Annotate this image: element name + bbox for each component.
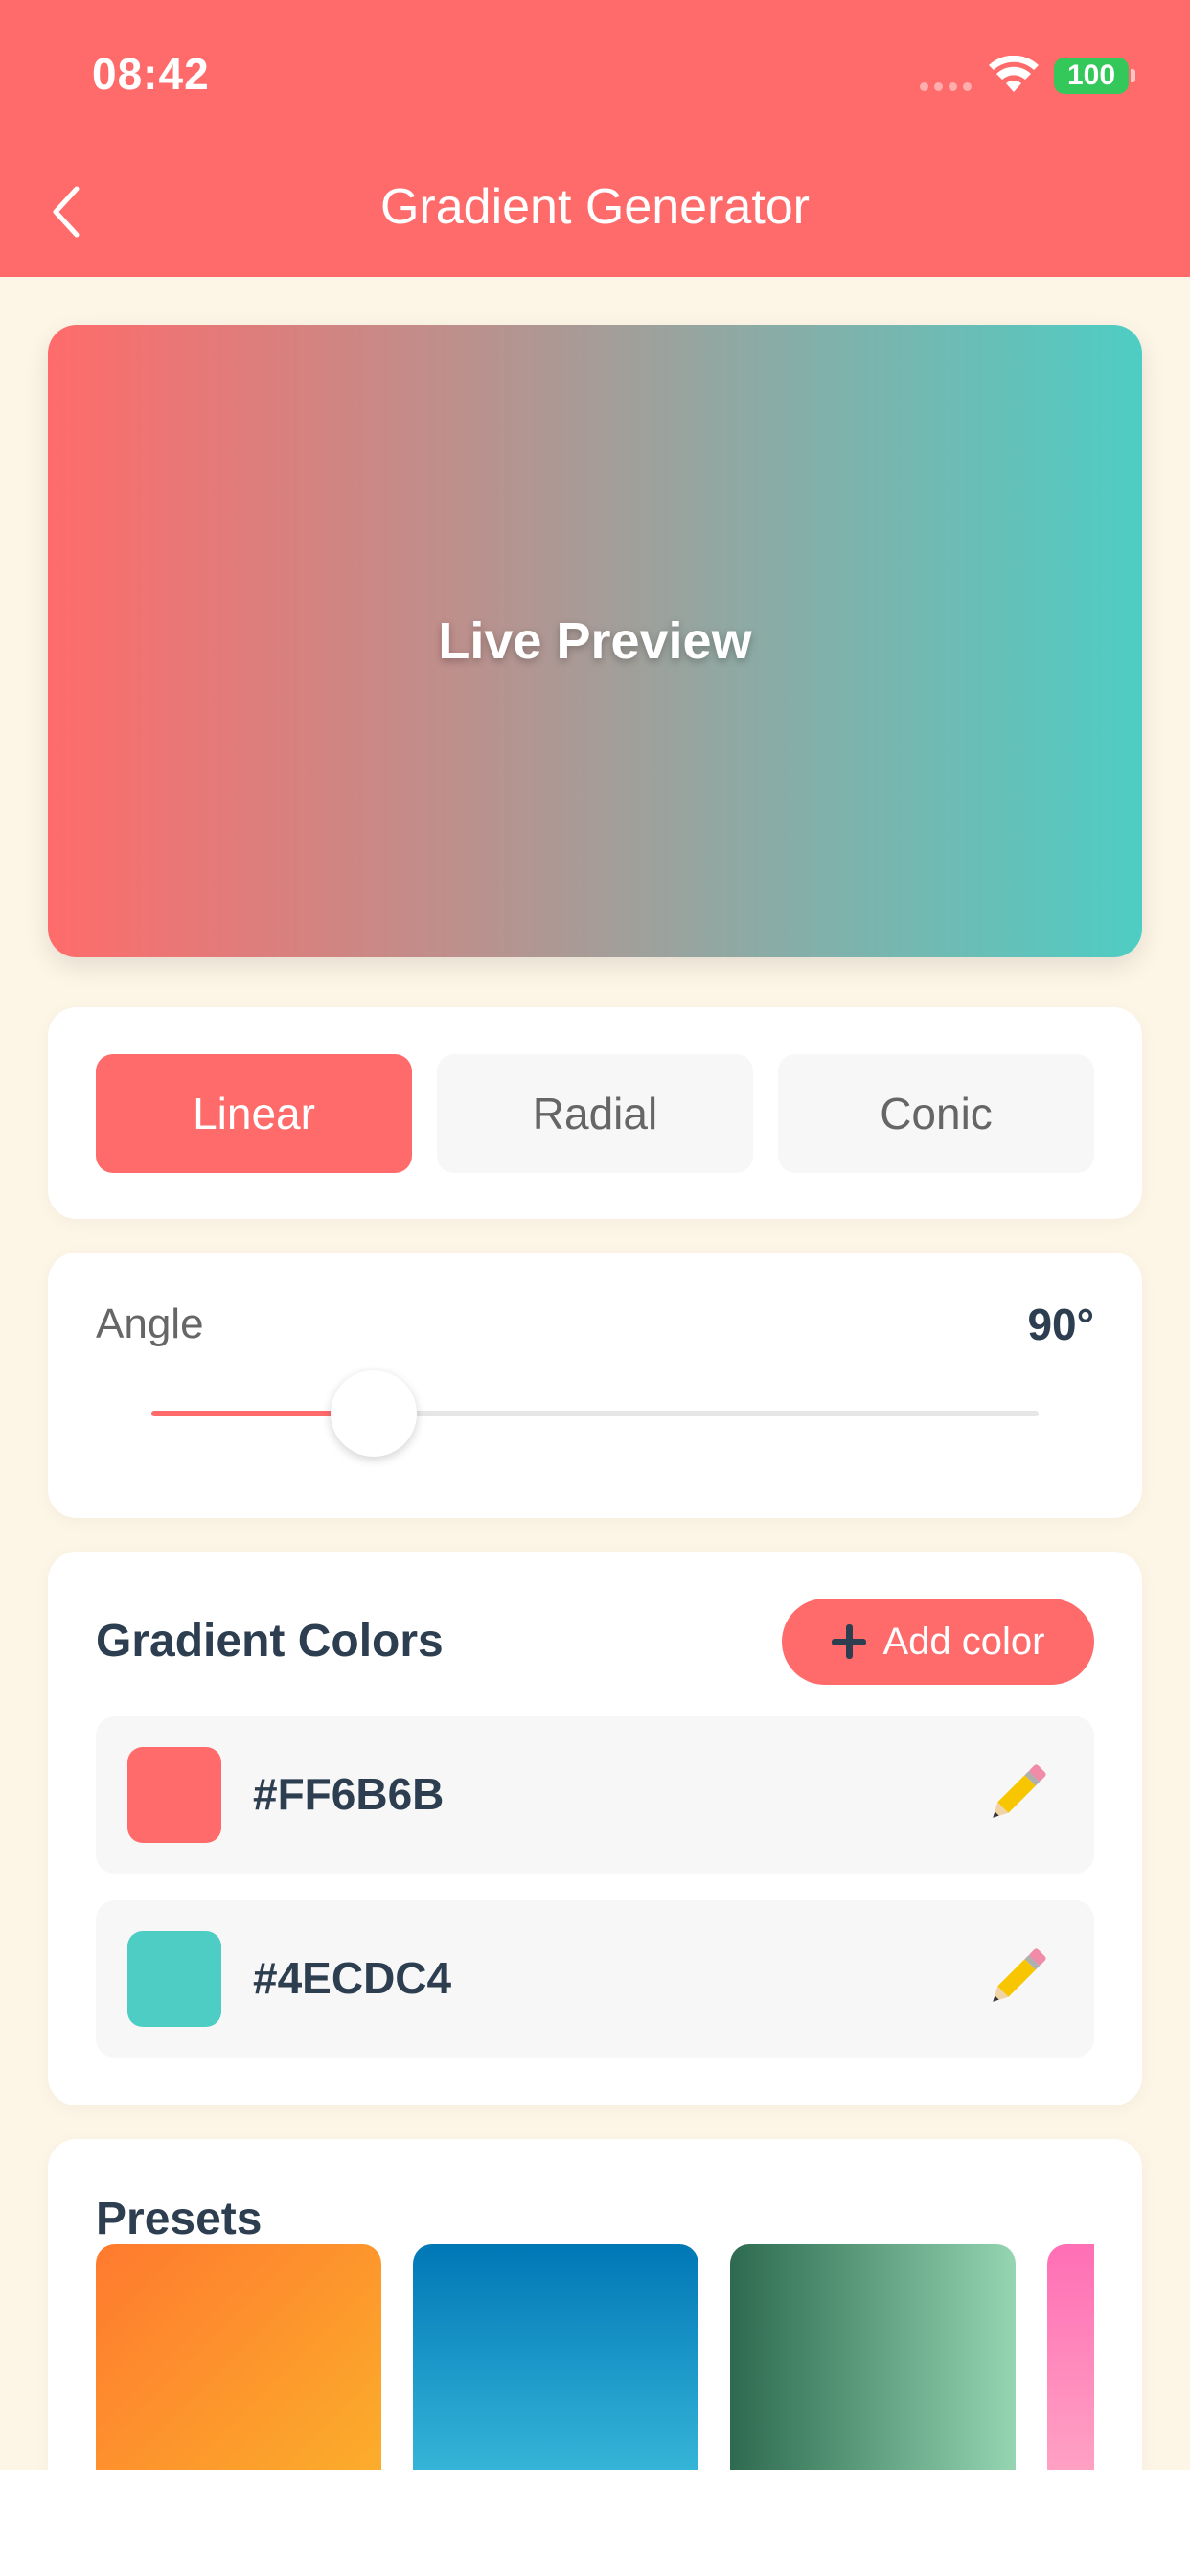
angle-label: Angle — [96, 1300, 204, 1347]
presets-title: Presets — [96, 2194, 263, 2244]
pencil-icon[interactable] — [975, 1937, 1058, 2019]
tab-linear[interactable]: Linear — [96, 1054, 412, 1173]
angle-slider[interactable] — [151, 1370, 1039, 1457]
angle-value: 90° — [1027, 1300, 1094, 1349]
gradient-type-selector: Linear Radial Conic — [48, 1007, 1142, 1219]
presets-card: Presets — [48, 2139, 1142, 2470]
add-color-button[interactable]: Add color — [782, 1598, 1094, 1685]
page-title: Gradient Generator — [379, 179, 811, 235]
tab-conic[interactable]: Conic — [778, 1054, 1094, 1173]
color-item[interactable]: #4ECDC4 — [96, 1900, 1094, 2058]
wifi-icon — [989, 56, 1039, 92]
gradient-preview: Live Preview — [48, 325, 1142, 957]
add-color-label: Add color — [882, 1620, 1045, 1663]
angle-card: Angle 90° — [48, 1253, 1142, 1518]
color-hex: #4ECDC4 — [253, 1953, 452, 2003]
preset-pink[interactable] — [1047, 2244, 1094, 2470]
app-screen: 08:42 100 Gradient Generator Live Previe… — [0, 0, 1190, 2470]
battery-indicator: 100 — [1054, 58, 1129, 94]
battery-tip — [1131, 69, 1135, 82]
color-hex: #FF6B6B — [253, 1769, 445, 1819]
preset-orange[interactable] — [96, 2244, 381, 2470]
preset-green[interactable] — [730, 2244, 1016, 2470]
plus-icon — [831, 1624, 866, 1659]
color-item[interactable]: #FF6B6B — [96, 1716, 1094, 1874]
gradient-colors-card: Gradient Colors Add color #FF6B6B #4ECDC… — [48, 1552, 1142, 2105]
cellular-signal-icon — [920, 82, 972, 91]
color-swatch[interactable] — [127, 1931, 221, 2027]
color-swatch[interactable] — [127, 1747, 221, 1843]
angle-slider-thumb[interactable] — [330, 1370, 417, 1457]
tab-radial[interactable]: Radial — [437, 1054, 753, 1173]
header: 08:42 100 Gradient Generator — [0, 0, 1190, 277]
preset-blue[interactable] — [413, 2244, 698, 2470]
preview-label: Live Preview — [438, 612, 752, 670]
bottom-safe-area — [0, 2470, 1190, 2576]
pencil-icon[interactable] — [975, 1753, 1058, 1835]
status-time: 08:42 — [92, 49, 210, 99]
gradient-colors-title: Gradient Colors — [96, 1616, 444, 1667]
